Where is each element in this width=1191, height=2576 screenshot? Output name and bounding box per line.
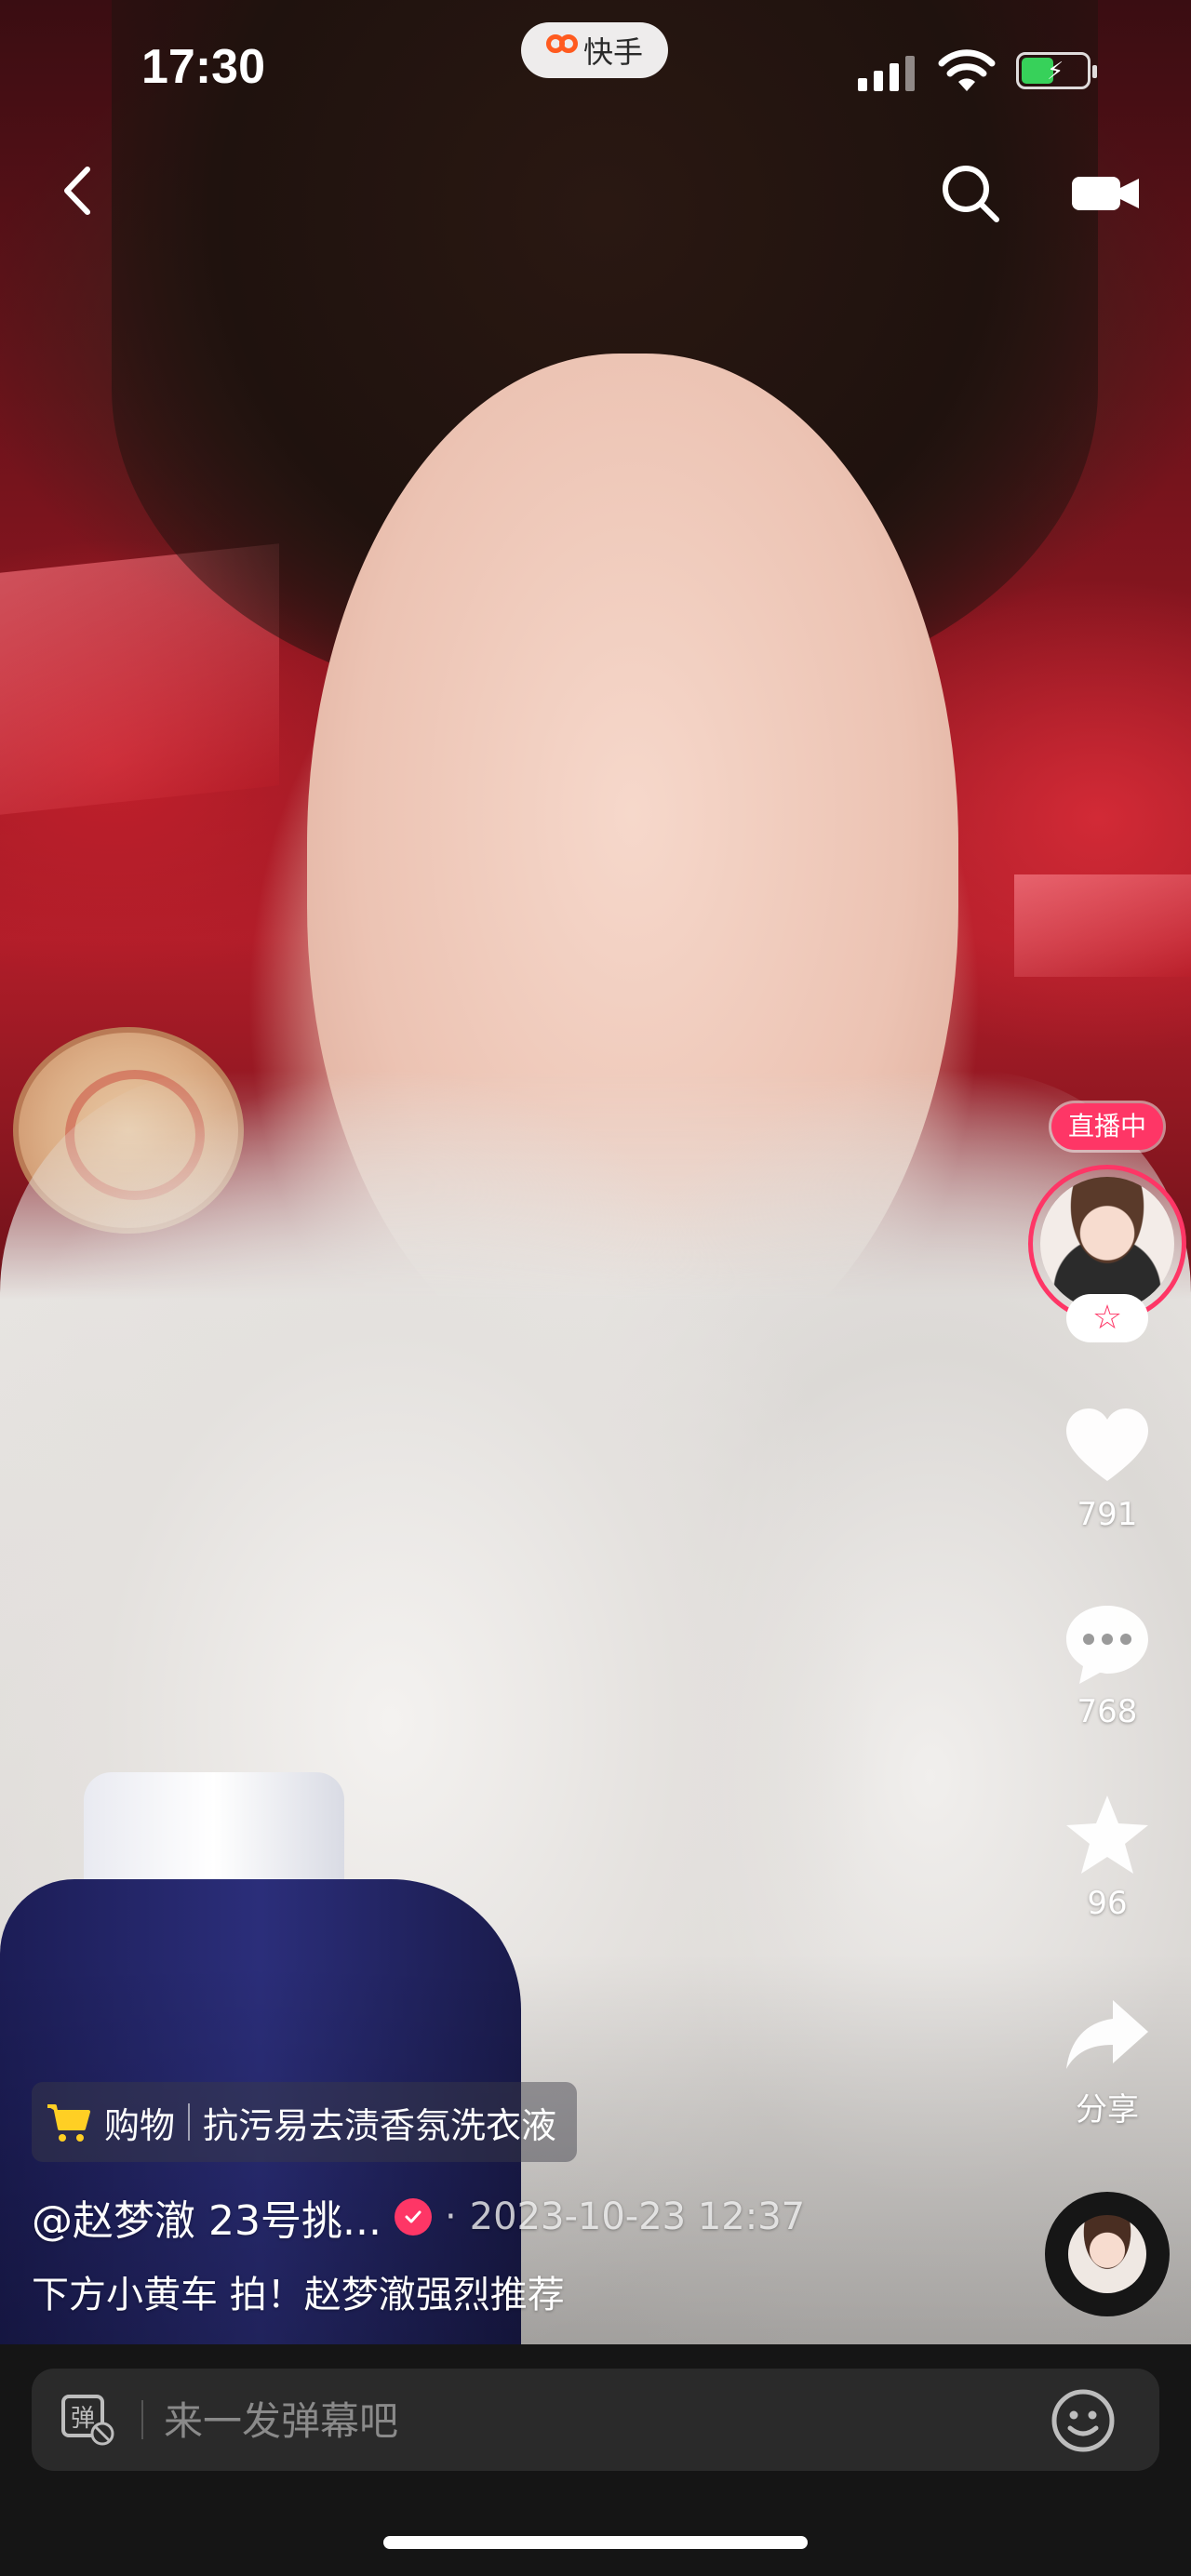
favorite-count: 96 (1087, 1885, 1128, 1922)
verified-badge-icon (394, 2198, 432, 2236)
follow-star-icon: ☆ (1091, 1299, 1123, 1337)
music-disc-avatar (1068, 2215, 1146, 2293)
video-frame[interactable] (0, 0, 1191, 2344)
danmaku-toggle-button[interactable]: 弹 (60, 2393, 115, 2447)
like-button[interactable]: 791 (1061, 1401, 1154, 1533)
author-row: @赵梦澈 23号挑... · 2023-10-23 12:37 (32, 2184, 805, 2249)
home-indicator[interactable] (383, 2536, 808, 2549)
share-label: 分享 (1076, 2091, 1139, 2129)
heart-icon (1066, 1408, 1148, 1481)
status-time: 17:30 (141, 40, 265, 94)
status-bar: 17:30 快手 ⚡ (0, 0, 1191, 140)
cellular-signal-icon (858, 54, 916, 91)
danmaku-toggle-text: 弹 (71, 2405, 95, 2433)
product-tag-label: 购物 (104, 2104, 176, 2146)
divider (188, 2103, 191, 2141)
app-name: 快手 (582, 34, 643, 70)
camera-icon[interactable] (1068, 166, 1143, 221)
comment-bubble-icon (1066, 1606, 1148, 1684)
share-arrow-icon (1066, 2000, 1148, 2069)
live-badge[interactable]: 直播中 (1051, 1103, 1163, 1150)
comment-count: 768 (1077, 1693, 1138, 1730)
emoji-icon[interactable] (1050, 2387, 1117, 2454)
favorite-button[interactable]: 96 (1061, 1790, 1154, 1922)
author-name[interactable]: @赵梦澈 23号挑... (32, 2187, 381, 2247)
post-time: 2023-10-23 12:37 (469, 2196, 806, 2238)
danmaku-input[interactable] (162, 2369, 966, 2473)
share-button[interactable]: 分享 (1061, 1989, 1154, 2129)
video-screen[interactable]: 17:30 快手 ⚡ 直播中 ☆ 791 768 96 分享 购物 抗污易去渍香… (0, 0, 1191, 2576)
danmaku-bar: 弹 (32, 2369, 1159, 2473)
avatar-image (1040, 1177, 1174, 1311)
product-name: 抗污易去渍香氛洗衣液 (203, 2104, 557, 2146)
back-arrow-icon[interactable] (47, 158, 112, 223)
video-caption: 下方小黄车 拍！赵梦澈强烈推荐 (32, 2274, 565, 2316)
wifi-icon (938, 49, 996, 91)
shopping-cart-icon (47, 2104, 90, 2142)
star-icon (1066, 1795, 1148, 1874)
background-neon-sign (1014, 874, 1191, 977)
post-separator: · (444, 2196, 457, 2238)
music-disc[interactable] (1045, 2192, 1170, 2316)
kuaishou-logo-icon (545, 34, 578, 66)
product-tag[interactable]: 购物 抗污易去渍香氛洗衣液 (32, 2082, 578, 2162)
danmaku-divider (141, 2400, 143, 2439)
search-icon[interactable] (935, 158, 1006, 229)
like-count: 791 (1077, 1496, 1138, 1533)
danmaku-toggle-icon: 弹 (61, 2395, 114, 2446)
comment-button[interactable]: 768 (1061, 1598, 1154, 1730)
follow-button[interactable]: ☆ (1066, 1294, 1148, 1342)
app-indicator-pill[interactable]: 快手 (521, 22, 668, 78)
battery-icon: ⚡ (1016, 52, 1097, 89)
